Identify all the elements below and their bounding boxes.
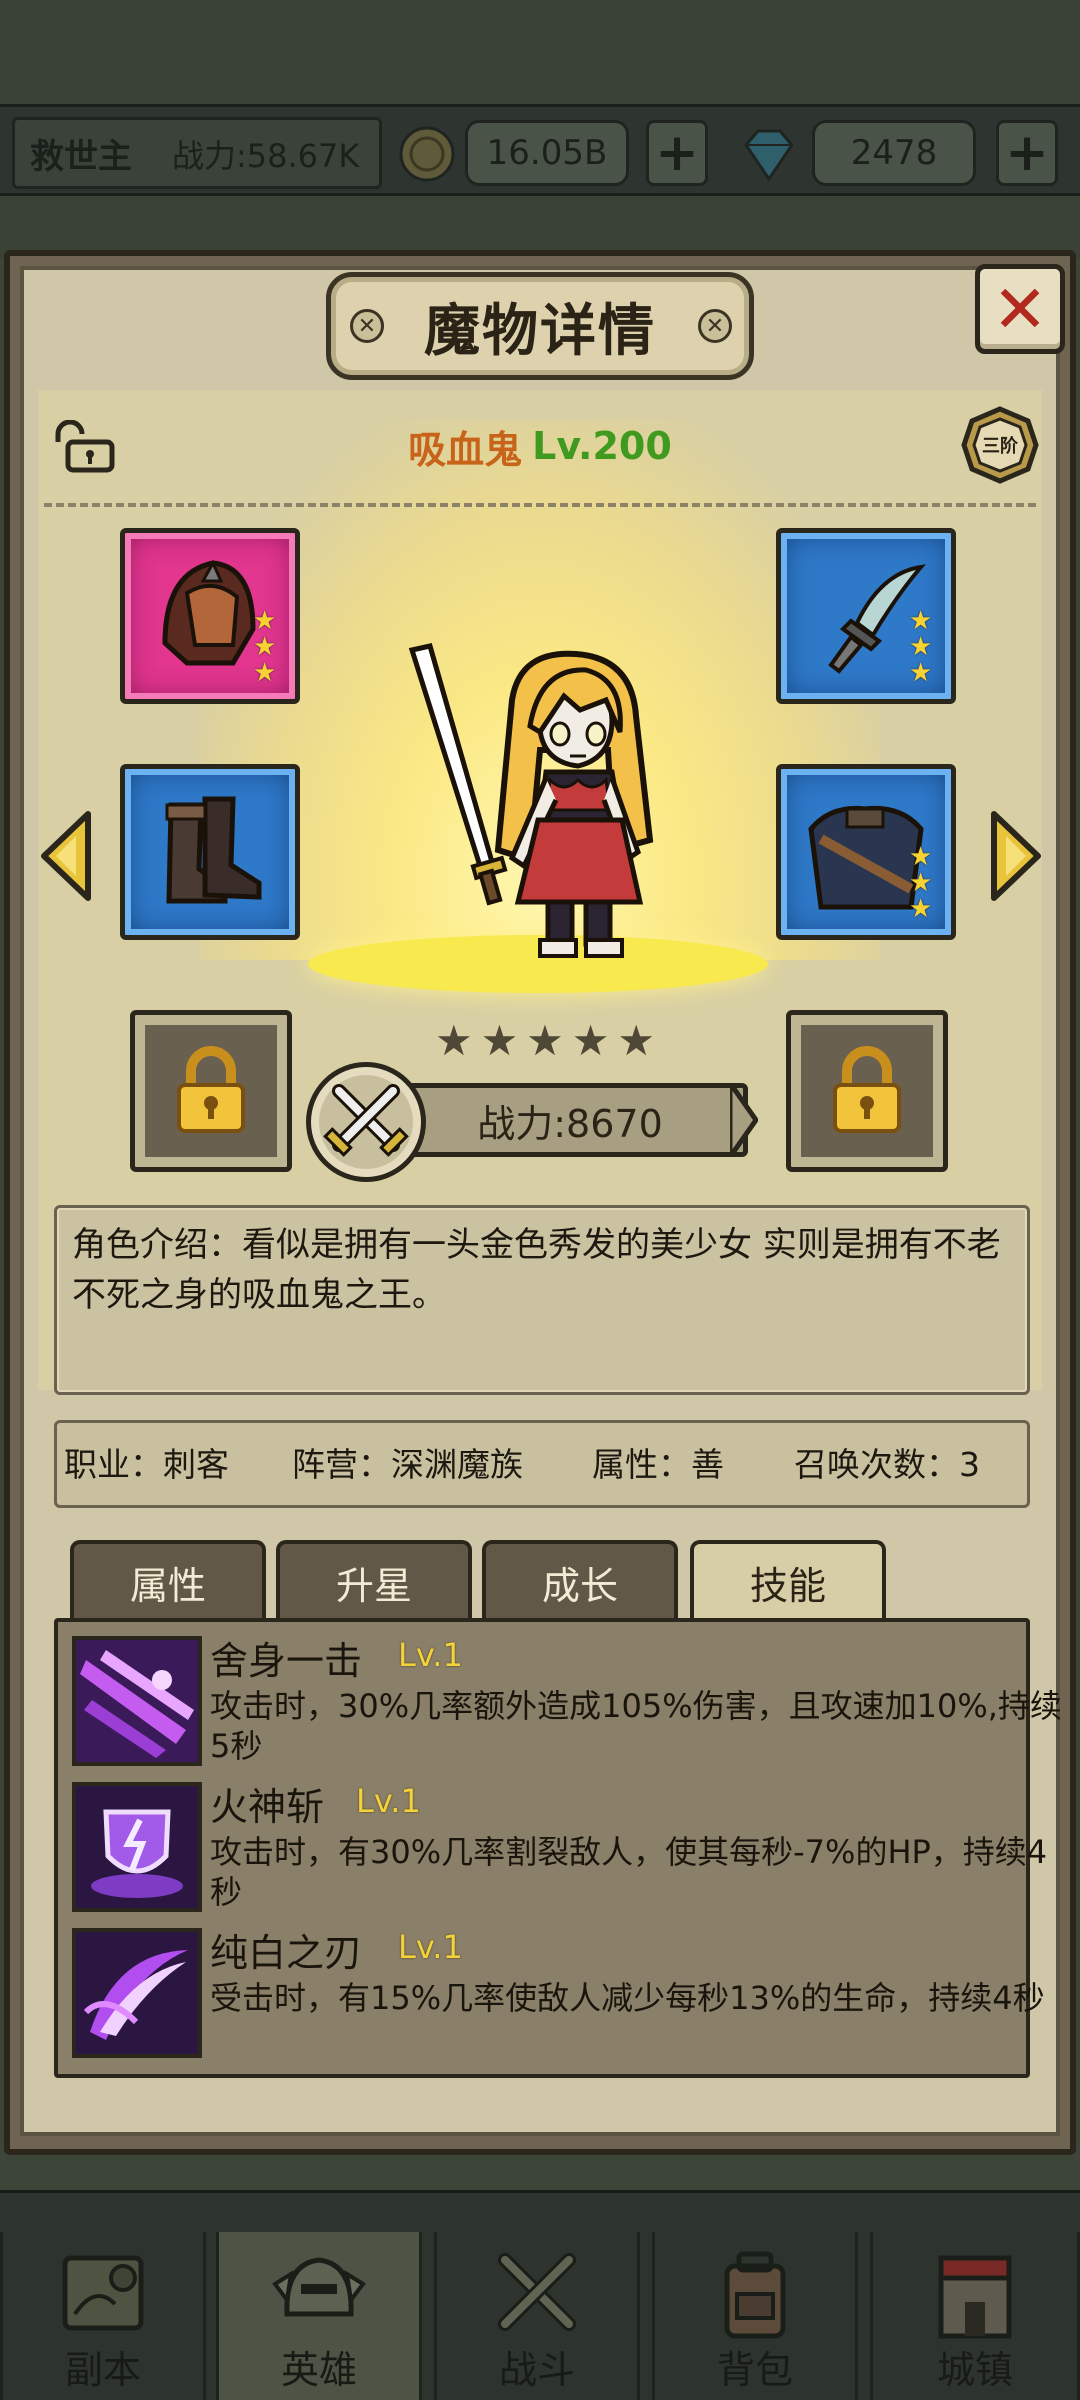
hero-attribute: 属性：善 [592,1445,724,1484]
padlock-icon [833,1046,901,1133]
tab-attributes[interactable]: 属性 [70,1540,266,1620]
prev-hero-arrow-icon[interactable] [36,808,96,904]
nav-dungeon-label: 副本 [64,2348,141,2392]
diamond-amount: 2478 [812,120,976,186]
locked-slot-right[interactable] [786,1010,948,1172]
locked-slot-left[interactable] [130,1010,292,1172]
unlock-icon[interactable] [50,420,116,474]
gold-coin-icon [399,126,455,182]
nav-town[interactable]: 城镇 [870,2232,1080,2400]
equip-slot-armor[interactable]: ★ ★ ★ [776,764,956,940]
skill-3-name: 纯白之刃 [210,1931,363,1975]
hero-title: 吸血鬼 Lv.200 [300,418,780,474]
dialog-title: 魔物详情 [424,298,656,364]
castle-icon [938,2255,1012,2339]
nav-town-label: 城镇 [936,2348,1013,2392]
equip-slot-weapon[interactable]: ★ ★ ★ [776,528,956,704]
tier-label: 三阶 [982,436,1018,457]
hero-star-rating: ★ ★ ★ ★ ★ [435,1018,655,1064]
padlock-icon [177,1046,245,1133]
skill-2-name: 火神斩 [210,1785,325,1829]
skill-1-desc: 攻击时，30%几率额外造成105%伤害，且攻速加10%,持续5秒 [210,1687,1062,1765]
dashed-divider [44,503,1036,507]
hero-description: 角色介绍：看似是拥有一头金色秀发的美少女 实则是拥有不老不死之身的吸血鬼之王。 [72,1225,1001,1315]
nav-backpack-label: 背包 [716,2348,793,2392]
star-icon: ★ [435,1016,473,1065]
close-button[interactable]: ✕ [975,264,1065,354]
bolt-left-icon: ✕ [350,309,384,343]
crossed-swords-icon [498,2253,576,2331]
sword-burst-icon [76,1640,198,1762]
bolt-right-icon: ✕ [698,309,732,343]
skill-2-desc: 攻击时，有30%几率割裂敌人，使其每秒-7%的HP，持续4秒 [210,1833,1048,1911]
shield-crack-icon [76,1786,198,1908]
nav-heroes-label: 英雄 [280,2348,357,2392]
hero-vampire-sprite [408,643,654,958]
slash-arc-icon [76,1932,198,2054]
nav-battle[interactable]: 战斗 [434,2232,640,2400]
gold-amount: 16.05B [465,120,629,186]
tab-growth[interactable]: 成长 [482,1540,678,1620]
star-icon: ★ [617,1016,655,1065]
backpack-icon [724,2251,786,2339]
hero-level: Lv.200 [532,424,672,468]
skill-1-slot[interactable] [72,1636,202,1766]
hero-name: 吸血鬼 [408,427,523,472]
player-power: 战力:58.67K [172,137,360,175]
resource-bar: 救世主 战力:58.67K 16.05B + 2478 + [0,104,1080,196]
boots-icon [165,796,262,904]
skill-2-level: Lv.1 [356,1782,421,1820]
skill-3-slot[interactable] [72,1928,202,2058]
star-icon: ★ [526,1016,564,1065]
skill-3-desc: 受击时，有15%几率使敌人减少每秒13%的生命，持续4秒 [210,1979,1045,2017]
hero-power: 战力:8670 [477,1101,663,1146]
diamond-icon [744,129,794,182]
nav-battle-label: 战斗 [498,2348,575,2392]
nav-backpack[interactable]: 背包 [652,2232,858,2400]
skill-1-name: 舍身一击 [210,1639,363,1683]
next-hero-arrow-icon[interactable] [986,808,1046,904]
star-icon: ★ [480,1016,519,1065]
tab-skills[interactable]: 技能 [690,1540,886,1620]
hero-faction: 阵营：深渊魔族 [292,1445,523,1484]
skill-2-slot[interactable] [72,1782,202,1912]
skill-1-level: Lv.1 [398,1636,463,1674]
equip-slot-helmet[interactable]: ★ ★ ★ [120,528,300,704]
hero-summons: 召唤次数：3 [794,1445,980,1484]
skill-3-level: Lv.1 [398,1928,463,1966]
map-scroll-icon [62,2255,144,2331]
equip-stars: ★ ★ ★ [909,842,933,924]
helmet-icon [272,2257,366,2317]
tab-star-up[interactable]: 升星 [276,1540,472,1620]
add-diamond-button[interactable]: + [996,120,1058,186]
player-name: 救世主 [30,137,132,177]
nav-heroes[interactable]: 英雄 [216,2232,422,2400]
equip-slot-boots[interactable] [120,764,300,940]
nav-dungeon[interactable]: 副本 [0,2232,206,2400]
equip-stars: ★ ★ ★ [909,606,933,688]
hero-job: 职业：刺客 [64,1445,229,1484]
star-icon: ★ [571,1016,610,1065]
equip-stars: ★ ★ ★ [253,606,277,688]
add-gold-button[interactable]: + [646,120,708,186]
